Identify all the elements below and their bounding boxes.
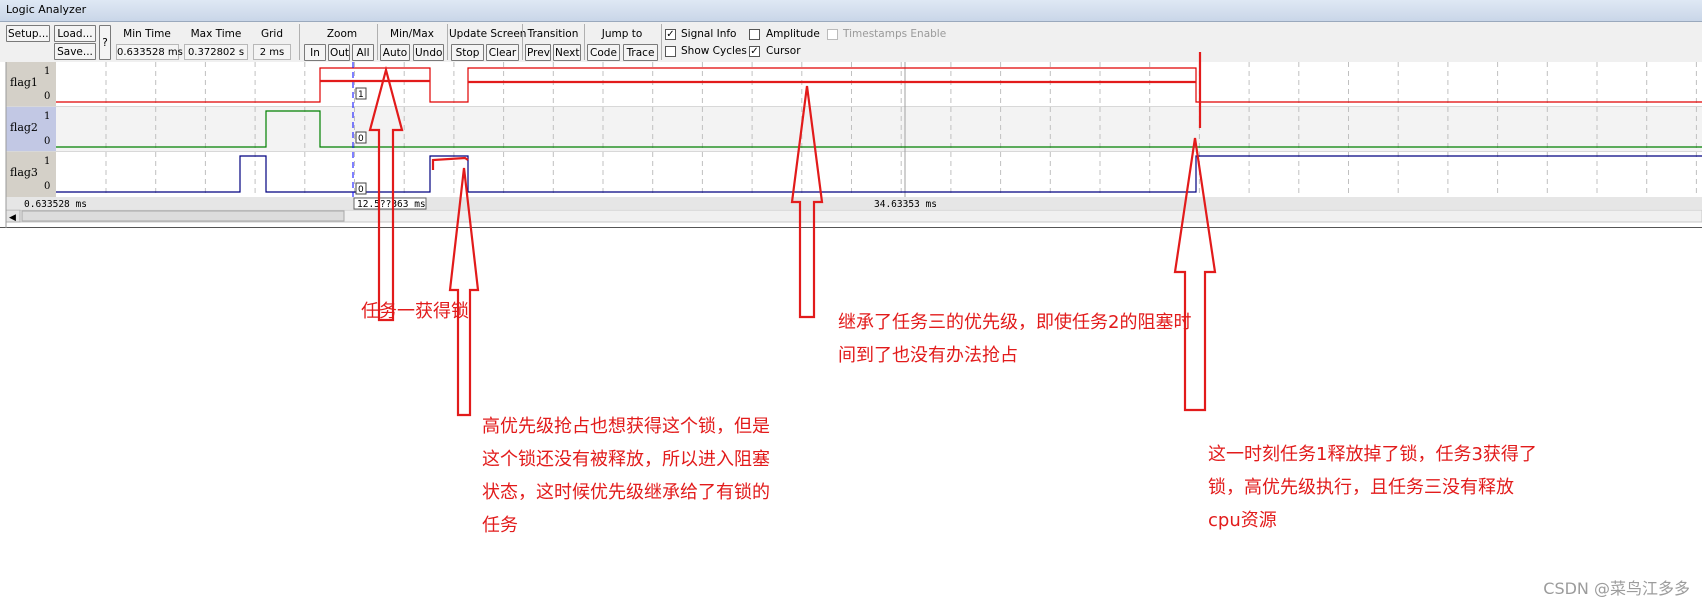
annotation-line: 锁，高优先级执行，且任务三没有释放 (1208, 477, 1514, 498)
annotation-lock-acquired: 任务一获得锁 (361, 295, 469, 328)
annotation-lock-released: 这一时刻任务1释放掉了锁，任务3获得了 锁，高优先级执行，且任务三没有释放 cp… (1208, 438, 1537, 537)
annotation-line: 这一时刻任务1释放掉了锁，任务3获得了 (1208, 444, 1537, 465)
annotation-priority-inherited: 继承了任务三的优先级，即使任务2的阻塞时 间到了也没有办法抢占 (838, 306, 1191, 372)
annotation-line: cpu资源 (1208, 510, 1277, 531)
annotation-line: 这个锁还没有被释放，所以进入阻塞 (482, 449, 770, 470)
annotation-line: 状态，这时候优先级继承给了有锁的 (482, 482, 770, 503)
annotation-line: 间到了也没有办法抢占 (838, 345, 1018, 366)
arrow-priority-inherited (790, 85, 824, 319)
annotation-line: 任务 (482, 515, 518, 536)
annotation-line: 继承了任务三的优先级，即使任务2的阻塞时 (838, 312, 1192, 333)
arrow-lock-acquired (368, 65, 404, 322)
arrow-high-priority-blocked (448, 167, 480, 417)
watermark: CSDN @菜鸟江多多 (1543, 579, 1690, 598)
annotation-high-priority-blocked: 高优先级抢占也想获得这个锁，但是 这个锁还没有被释放，所以进入阻塞 状态，这时候… (482, 410, 770, 542)
annotation-line: 任务一获得锁 (361, 301, 469, 322)
flag3-pointer-line (431, 156, 469, 170)
annotation-line: 高优先级抢占也想获得这个锁，但是 (482, 416, 770, 437)
